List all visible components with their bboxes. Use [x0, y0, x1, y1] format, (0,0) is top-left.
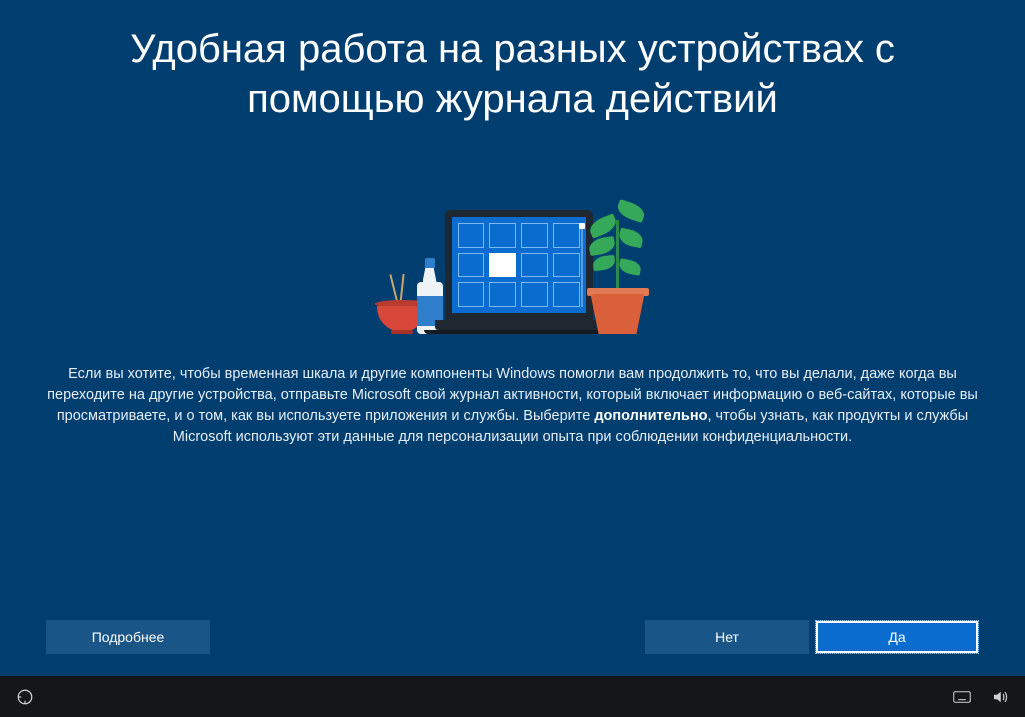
hero-illustration — [373, 174, 653, 334]
keyboard-icon[interactable] — [953, 688, 971, 706]
no-button[interactable]: Нет — [645, 620, 809, 654]
page-title: Удобная работа на разных устройствах с п… — [63, 24, 963, 124]
ease-of-access-icon[interactable] — [16, 688, 34, 706]
description-text: Если вы хотите, чтобы временная шкала и … — [43, 364, 983, 448]
learn-more-button[interactable]: Подробнее — [46, 620, 210, 654]
taskbar — [0, 676, 1025, 717]
laptop-icon — [435, 210, 603, 334]
yes-button[interactable]: Да — [815, 620, 979, 654]
description-bold: дополнительно — [594, 408, 707, 424]
plant-icon — [583, 184, 653, 334]
volume-icon[interactable] — [991, 688, 1009, 706]
